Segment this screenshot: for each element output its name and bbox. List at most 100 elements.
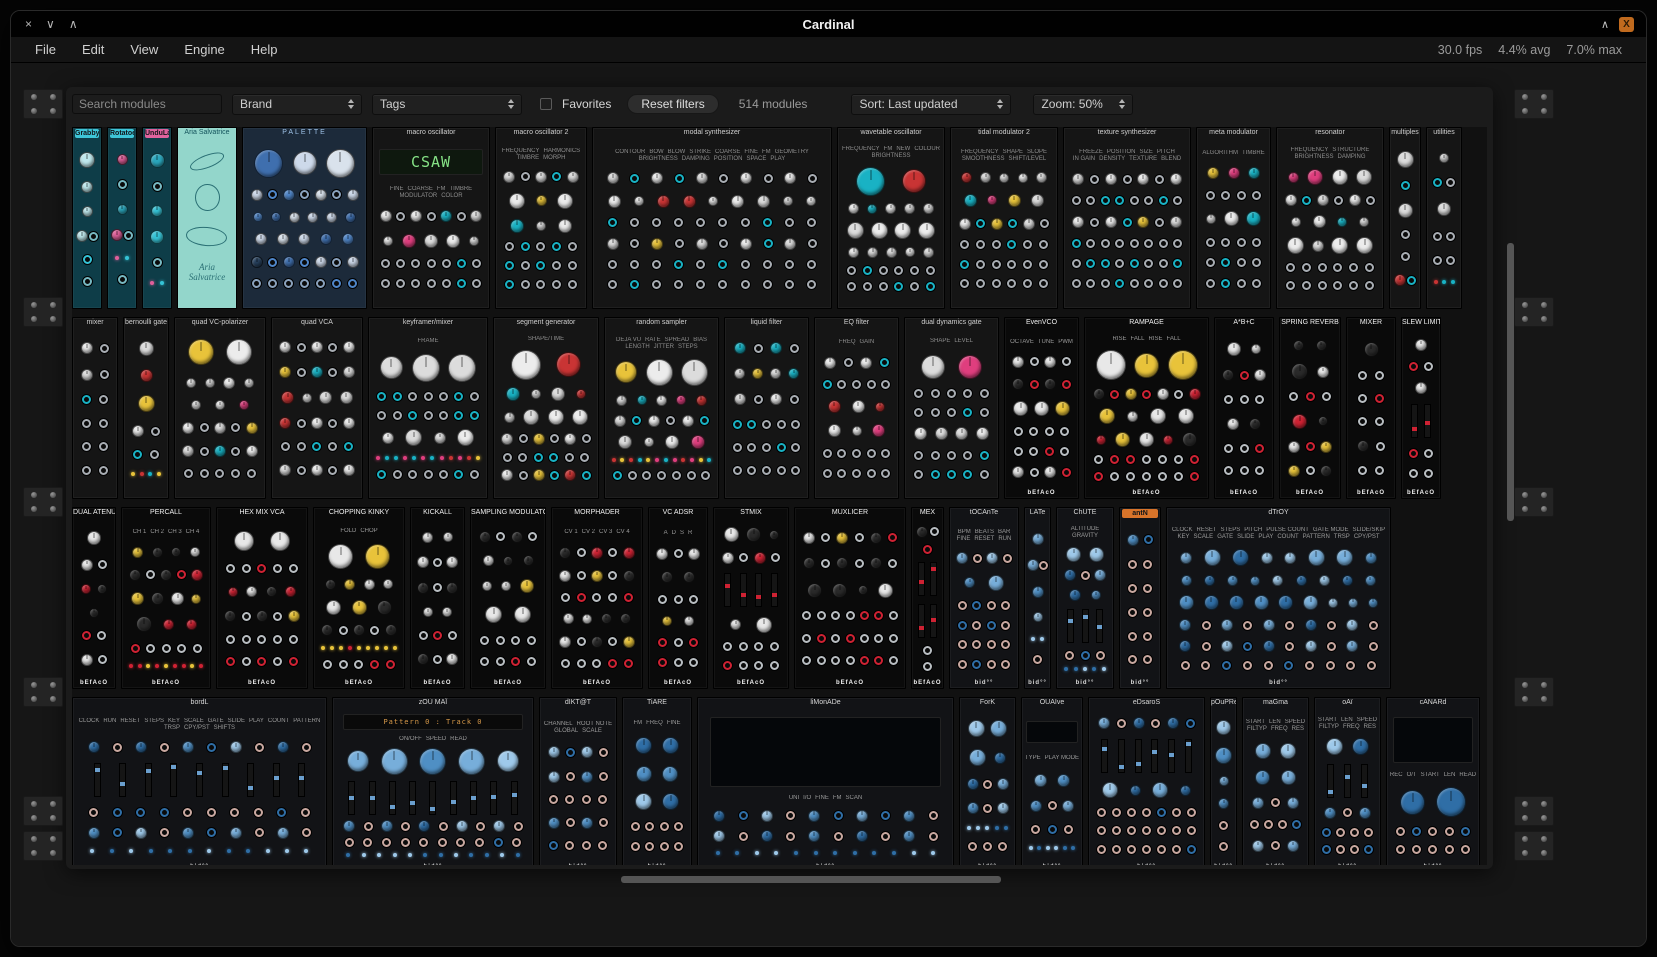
module-dikt-t[interactable]: dIKT@TCHANNELROOT NOTEGLOBALSCALEbid°° (539, 697, 617, 865)
module-wavetable-oscillator[interactable]: wavetable oscillatorFREQUENCYFMNEWCOLOUR… (837, 127, 945, 309)
control-row (554, 636, 640, 648)
titlebar[interactable]: × ∨ ∧ Cardinal ∧ X (11, 11, 1646, 37)
horizontal-scrollbar[interactable] (621, 876, 1001, 883)
panel-label: PULSE COUNT (1266, 527, 1309, 533)
brand-filter-select[interactable]: Brand (232, 94, 362, 115)
minimize-window-icon[interactable]: ∨ (46, 17, 55, 31)
menu-view[interactable]: View (130, 42, 158, 57)
module-undular[interactable]: UnduLaR (142, 127, 172, 309)
knob (81, 369, 93, 381)
control-row (716, 661, 786, 670)
control-row (952, 601, 1016, 610)
port (1097, 845, 1106, 854)
module-poupre[interactable]: pOuPRebid°° (1210, 697, 1237, 865)
module-title: eDsaroS (1089, 698, 1204, 708)
port (733, 443, 742, 452)
panel-label: JITTER (654, 344, 674, 350)
zoom-select[interactable]: Zoom: 50% (1033, 94, 1133, 115)
module-fork[interactable]: ForKbid°° (959, 697, 1016, 865)
module-palette[interactable]: PALETTE (242, 127, 367, 309)
module-mixer[interactable]: MIXERbEfAcO (1346, 317, 1396, 499)
module-morphader[interactable]: MORPHADERCV 1CV 2CV 3CV 4bEfAcO (551, 507, 643, 689)
module-ouaive[interactable]: OUAIveTYPEPLAY MODEbid°° (1021, 697, 1083, 865)
module-magma[interactable]: maGmaSTARTLENSPEEDFILTYPFREQRESbid°° (1242, 697, 1309, 865)
module-eq-filter[interactable]: EQ filterFREQGAIN (814, 317, 899, 499)
close-window-icon[interactable]: × (25, 17, 32, 31)
knob (1127, 411, 1138, 422)
module-bordl[interactable]: bordLCLOCKRUNRESETSTEPSKEYSCALEGATESLIDE… (72, 697, 327, 865)
module-spring-reverb[interactable]: SPRING REVERBbEfAcO (1279, 317, 1341, 499)
module-quad-vc-polarizer[interactable]: quad VC-polarizer (174, 317, 266, 499)
module-a-b-c[interactable]: A*B+CbEfAcO (1214, 317, 1274, 499)
module-liquid-filter[interactable]: liquid filter (724, 317, 809, 499)
module-multiples[interactable]: multiples (1389, 127, 1421, 309)
menu-edit[interactable]: Edit (82, 42, 104, 57)
led-indicator (690, 458, 694, 462)
module-oa-[interactable]: oAïSTARTLENSPEEDFILTYPFREQRESbid°° (1314, 697, 1381, 865)
search-input[interactable] (72, 94, 222, 114)
vertical-scrollbar[interactable] (1507, 243, 1514, 521)
module-random-sampler[interactable]: random samplerDEJA VURATESPREADBIASLENGT… (604, 317, 719, 499)
knob (1255, 770, 1270, 785)
module-bernoulli-gate[interactable]: bernoulli gate (123, 317, 169, 499)
module-aria-salvatrice[interactable]: Aria SalvatriceAria Salvatrice (177, 127, 237, 309)
module-utilities[interactable]: utilities (1426, 127, 1462, 309)
module-segment-generator[interactable]: segment generatorSHAPE/TIME (493, 317, 599, 499)
control-row (1122, 655, 1158, 664)
tags-filter-select[interactable]: Tags (372, 94, 522, 115)
module-rampage[interactable]: RAMPAGERISEFALLRISEFALLbEfAcO (1084, 317, 1209, 499)
module-sampling-modulator[interactable]: SAMPLING MODULATORbEfAcO (470, 507, 546, 689)
knob (734, 368, 745, 379)
module-zo-ma-[interactable]: zOÙ MAÏPattern 0 : Track 0ON/OFFSPEEDREA… (332, 697, 534, 865)
module-rotatoes[interactable]: Rotatoes (107, 127, 137, 309)
favorites-checkbox[interactable] (540, 98, 552, 110)
module-vc-adsr[interactable]: VC ADSRADSRbEfAcO (648, 507, 708, 689)
module-edsaros[interactable]: eDsaroSbid°° (1088, 697, 1205, 865)
module-hex-mix-vca[interactable]: HEX MIX VCAbEfAcO (216, 507, 308, 689)
menu-engine[interactable]: Engine (184, 42, 224, 57)
reset-filters-button[interactable]: Reset filters (627, 94, 718, 114)
module-chute[interactable]: ChUTEALTITUDEGRAVITYRESTITUTIONbid°° (1056, 507, 1114, 689)
module-percall[interactable]: PERCALLCH 1CH 2CH 3CH 4bEfAcO (121, 507, 211, 689)
module-dual-atenuverter[interactable]: DUAL ATENUVERTERbEfAcO (72, 507, 116, 689)
port (983, 804, 992, 813)
module-stmix[interactable]: STMIXbEfAcO (713, 507, 789, 689)
module-macro-oscillator[interactable]: macro oscillatorCSAWFINECOARSEFMTIMBREMO… (372, 127, 490, 309)
module-resonator[interactable]: resonatorFREQUENCYSTRUCTUREBRIGHTNESSDAM… (1276, 127, 1384, 309)
module-tocante[interactable]: tOCAnTeBPMBEATSBARFINERESETRUNbid°° (949, 507, 1019, 689)
panel-label: GEOMETRY (775, 149, 809, 155)
control-row (316, 579, 402, 590)
module-texture-synthesizer[interactable]: texture synthesizerFREEZEPOSITIONSIZEPIT… (1063, 127, 1191, 309)
module-quad-vca[interactable]: quad VCA (271, 317, 363, 499)
module-mixer[interactable]: mixer (72, 317, 118, 499)
module-evenvco[interactable]: EvenVCOOCTAVETUNEPWMbEfAcO (1004, 317, 1079, 499)
module-chopping-kinky[interactable]: CHOPPING KINKYFOLDCHOPbEfAcO (313, 507, 405, 689)
knob (871, 222, 888, 239)
module-canard[interactable]: cANARdRECO/TSTARTLENREADbid°° (1386, 697, 1480, 865)
raise-window-icon[interactable]: ∧ (1601, 18, 1609, 31)
module-grabby[interactable]: Grabby (72, 127, 102, 309)
control-row (1213, 747, 1234, 764)
module-dtroy[interactable]: dTrOYCLOCKRESETSTEPSPITCHPULSE COUNTGATE… (1166, 507, 1391, 689)
maximize-window-icon[interactable]: ∧ (69, 17, 78, 31)
module-limonade[interactable]: liMonADeUNII/OFINEFMSCANbid°° (697, 697, 954, 865)
port (1123, 175, 1132, 184)
menu-file[interactable]: File (35, 42, 56, 57)
module-slew-limiter[interactable]: SLEW LIMITERbEfAcO (1401, 317, 1441, 499)
module-late[interactable]: LATebid°° (1024, 507, 1051, 689)
sort-select[interactable]: Sort: Last updated (851, 94, 1011, 115)
control-row (625, 822, 689, 831)
module-keyframer-mixer[interactable]: keyframer/mixerFRAME (368, 317, 488, 499)
module-tiare[interactable]: TiAREFMFREQFINEbid°° (622, 697, 692, 865)
knob (935, 427, 948, 440)
module-antn[interactable]: antNbid°° (1119, 507, 1161, 689)
module-kickall[interactable]: KICKALLbEfAcO (410, 507, 465, 689)
module-muxlicer[interactable]: MUXLICERbEfAcO (794, 507, 906, 689)
module-mex[interactable]: MEXbEfAcO (911, 507, 944, 689)
module-modal-synthesizer[interactable]: modal synthesizerCONTOURBOWBLOWSTRIKECOA… (592, 127, 832, 309)
menu-help[interactable]: Help (251, 42, 278, 57)
module-meta-modulator[interactable]: meta modulatorALGORITHMTIMBRE (1196, 127, 1271, 309)
module-macro-oscillator-2[interactable]: macro oscillator 2FREQUENCYHARMONICSTIMB… (495, 127, 587, 309)
module-tidal-modulator-2[interactable]: tidal modulator 2FREQUENCYSHAPESLOPESMOO… (950, 127, 1058, 309)
module-dual-dynamics-gate[interactable]: dual dynamics gateSHAPELEVEL (904, 317, 999, 499)
